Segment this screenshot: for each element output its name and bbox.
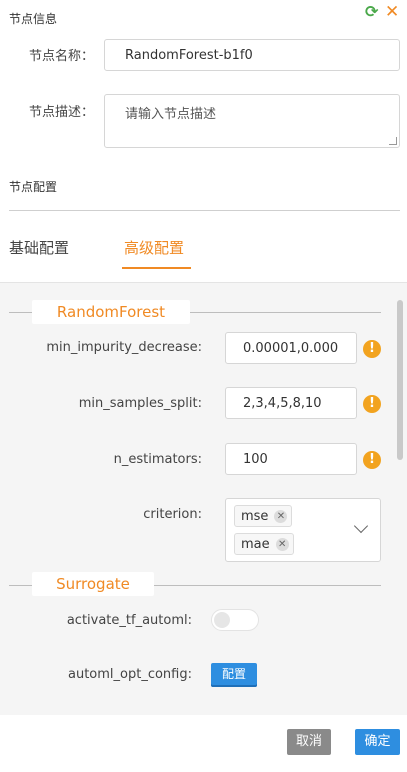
section-title-node-info: 节点信息 [9, 12, 58, 26]
scrollbar-thumb[interactable] [397, 300, 403, 460]
ok-button[interactable]: 确定 [355, 729, 400, 755]
node-name-value: RandomForest-b1f0 [125, 47, 253, 63]
tab-advanced-config[interactable]: 高级配置 [124, 237, 184, 258]
warning-icon[interactable]: ! [363, 395, 381, 413]
tag-remove-icon[interactable]: ✕ [274, 509, 288, 523]
param-value: 100 [243, 451, 268, 467]
param-label-activate-tf-automl: activate_tf_automl: [66, 613, 192, 628]
param-label-min-impurity-decrease: min_impurity_decrease: [46, 340, 202, 355]
node-desc-placeholder: 请输入节点描述 [125, 107, 217, 122]
tag-label: mae [241, 536, 270, 552]
param-value: 2,3,4,5,8,10 [243, 395, 322, 411]
criterion-multiselect[interactable]: mse ✕ mae ✕ [225, 498, 381, 562]
param-input-n-estimators[interactable]: 100 [225, 443, 357, 475]
param-label-automl-opt-config: automl_opt_config: [68, 667, 192, 682]
node-desc-textarea[interactable]: 请输入节点描述 [104, 94, 400, 148]
node-name-input[interactable]: RandomForest-b1f0 [104, 39, 400, 71]
toggle-knob [214, 612, 230, 628]
refresh-icon[interactable]: ⟳ [365, 4, 381, 20]
chevron-down-icon[interactable] [353, 518, 369, 534]
close-icon[interactable]: ✕ [385, 4, 401, 21]
active-tab-indicator [122, 267, 191, 269]
tag-remove-icon[interactable]: ✕ [275, 537, 289, 551]
param-value: 0.00001,0.000 [243, 340, 339, 356]
activate-tf-automl-toggle[interactable] [211, 609, 259, 631]
group-title-surrogate: Surrogate [32, 572, 154, 596]
param-label-n-estimators: n_estimators: [113, 452, 202, 467]
group-title-randomforest: RandomForest [32, 300, 190, 324]
tag-mse: mse ✕ [234, 505, 293, 527]
param-label-min-samples-split: min_samples_split: [78, 396, 202, 411]
header-icons: ⟳ ✕ [365, 4, 401, 21]
param-label-criterion: criterion: [143, 507, 202, 522]
resize-handle-icon[interactable] [389, 137, 397, 145]
param-input-min-samples-split[interactable]: 2,3,4,5,8,10 [225, 387, 357, 419]
warning-icon[interactable]: ! [363, 340, 381, 358]
node-name-label: 节点名称： [28, 49, 94, 64]
section-title-node-config: 节点配置 [9, 180, 58, 194]
config-button[interactable]: 配置 [211, 663, 257, 687]
tag-mae: mae ✕ [234, 533, 294, 555]
warning-icon[interactable]: ! [363, 451, 381, 469]
advanced-config-panel: RandomForest min_impurity_decrease: 0.00… [0, 283, 407, 715]
param-input-min-impurity-decrease[interactable]: 0.00001,0.000 [225, 332, 357, 364]
tab-basic-config[interactable]: 基础配置 [9, 237, 69, 258]
tag-label: mse [241, 508, 269, 524]
node-desc-label: 节点描述： [28, 105, 94, 120]
cancel-button[interactable]: 取消 [287, 729, 331, 755]
divider [9, 210, 400, 211]
